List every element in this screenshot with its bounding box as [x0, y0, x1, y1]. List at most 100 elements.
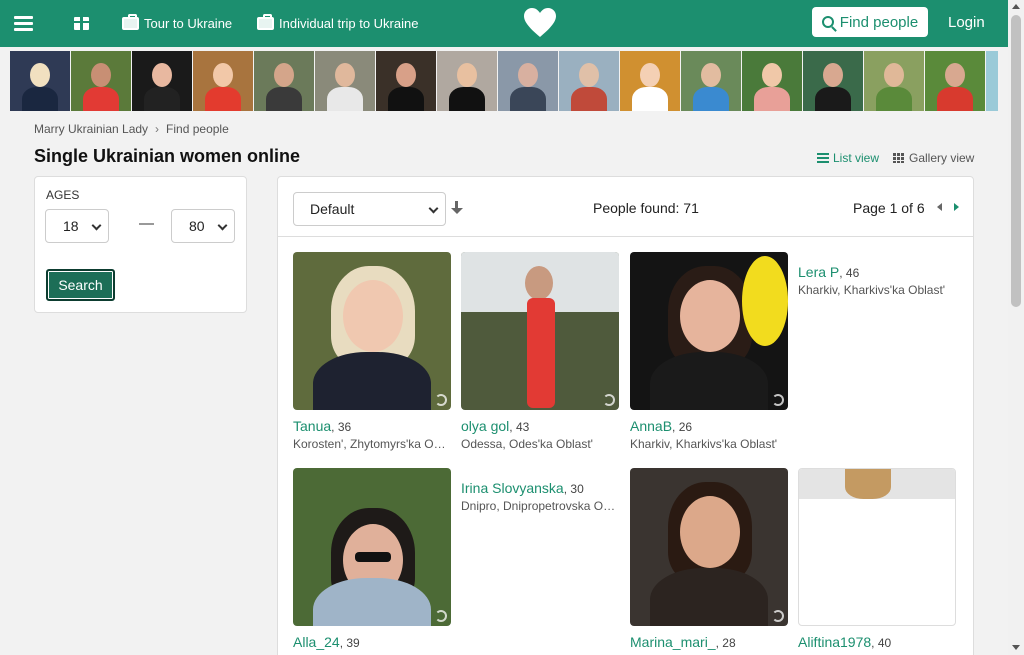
- strip-profile-thumb[interactable]: [681, 51, 741, 111]
- age-max-value: 80: [189, 218, 205, 234]
- tour-to-ukraine-link[interactable]: Tour to Ukraine: [122, 0, 232, 47]
- strip-profile-thumb[interactable]: [864, 51, 924, 111]
- search-icon: [821, 16, 834, 28]
- profile-card[interactable]: Irina Slovyanska, 30 Dnipro, Dnipropetro…: [461, 480, 619, 513]
- page-title: Single Ukrainian women online: [34, 146, 301, 166]
- gifts-button[interactable]: [74, 0, 89, 47]
- grid-icon: [893, 153, 905, 163]
- profile-name-line: Marina_mari_, 28: [630, 634, 736, 650]
- previous-page-icon[interactable]: [937, 203, 942, 211]
- profile-location: Kharkiv, Kharkivs'ka Oblast': [798, 283, 946, 297]
- strip-profile-thumb[interactable]: [498, 51, 558, 111]
- page-info: Page 1 of 6: [853, 200, 925, 216]
- strip-profile-thumb[interactable]: [742, 51, 802, 111]
- age-filter-panel: AGES 18 — 80 Search: [34, 176, 247, 313]
- strip-profile-thumb[interactable]: [132, 51, 192, 111]
- sort-value: Default: [310, 201, 355, 217]
- profile-photo[interactable]: [461, 252, 619, 410]
- next-page-icon[interactable]: [954, 203, 959, 211]
- profile-age: 40: [877, 636, 892, 650]
- profile-age: 43: [515, 420, 530, 434]
- chevron-down-icon: [428, 203, 439, 214]
- profile-card[interactable]: Alla_24, 39: [293, 468, 451, 650]
- profile-card[interactable]: Tanua, 36 Korosten', Zhytomyrs'ka Oblast…: [293, 252, 451, 451]
- strip-profile-thumb[interactable]: [437, 51, 497, 111]
- breadcrumb-home-link[interactable]: Marry Ukrainian Lady: [34, 122, 148, 136]
- chevron-down-icon: [217, 220, 228, 231]
- scroll-down-icon[interactable]: [1012, 645, 1020, 650]
- strip-profile-thumb[interactable]: [986, 51, 998, 111]
- profile-name-line: olya gol, 43: [461, 418, 530, 434]
- profile-photo[interactable]: [293, 252, 451, 410]
- profile-age: 30: [570, 482, 584, 496]
- photo-badge-icon: [435, 610, 447, 622]
- profile-photo[interactable]: [630, 468, 788, 626]
- age-min-select[interactable]: 18: [45, 209, 109, 243]
- profile-age: 28: [722, 636, 736, 650]
- profile-name-line: Irina Slovyanska, 30: [461, 480, 584, 496]
- strip-profile-thumb[interactable]: [925, 51, 985, 111]
- individual-trip-link[interactable]: Individual trip to Ukraine: [257, 0, 418, 47]
- profile-location: Odessa, Odes'ka Oblast': [461, 437, 593, 451]
- suitcase-icon: [122, 14, 139, 30]
- photo-badge-icon: [772, 394, 784, 406]
- sort-direction-icon[interactable]: [451, 201, 463, 215]
- strip-profile-thumb[interactable]: [71, 51, 131, 111]
- profile-age: 46: [845, 266, 860, 280]
- strip-profile-thumb[interactable]: [620, 51, 680, 111]
- profile-card[interactable]: Marina_mari_, 28: [630, 468, 788, 650]
- strip-profile-thumb[interactable]: [376, 51, 436, 111]
- profile-location: Korosten', Zhytomyrs'ka Oblast': [293, 437, 451, 451]
- strip-profile-thumb[interactable]: [193, 51, 253, 111]
- strip-profile-thumb[interactable]: [254, 51, 314, 111]
- profile-name[interactable]: Tanua: [293, 418, 331, 434]
- age-max-select[interactable]: 80: [171, 209, 235, 243]
- people-found-count: People found: 71: [593, 200, 699, 216]
- featured-photo-strip: [10, 51, 998, 111]
- trip-label: Individual trip to Ukraine: [279, 16, 419, 31]
- heart-icon[interactable]: [524, 8, 556, 38]
- strip-profile-thumb[interactable]: [803, 51, 863, 111]
- chevron-down-icon: [91, 220, 102, 231]
- profile-photo[interactable]: [798, 468, 956, 626]
- photo-badge-icon: [772, 610, 784, 622]
- login-link[interactable]: Login: [948, 0, 985, 44]
- age-range-dash: —: [139, 215, 154, 232]
- profile-card[interactable]: AnnaB, 26 Kharkiv, Kharkivs'ka Oblast': [630, 252, 788, 451]
- strip-profile-thumb[interactable]: [315, 51, 375, 111]
- strip-profile-thumb[interactable]: [559, 51, 619, 111]
- search-button[interactable]: Search: [46, 269, 115, 301]
- profile-name-line: Lera P, 46: [798, 264, 860, 280]
- profile-name[interactable]: Irina Slovyanska: [461, 480, 564, 496]
- strip-profile-thumb[interactable]: [10, 51, 70, 111]
- profile-name[interactable]: olya gol: [461, 418, 509, 434]
- breadcrumb-current: Find people: [166, 122, 229, 136]
- profile-photo[interactable]: [630, 252, 788, 410]
- scroll-up-icon[interactable]: [1012, 4, 1020, 9]
- page-scrollbar[interactable]: [1008, 0, 1024, 655]
- scroll-thumb[interactable]: [1011, 15, 1021, 307]
- profile-name[interactable]: Marina_mari_: [630, 634, 716, 650]
- profile-name[interactable]: Lera P: [798, 264, 839, 280]
- menu-button[interactable]: [14, 0, 34, 47]
- profile-card[interactable]: olya gol, 43 Odessa, Odes'ka Oblast': [461, 252, 619, 451]
- gift-icon: [74, 17, 89, 30]
- sort-select[interactable]: Default: [293, 192, 446, 226]
- profile-photo[interactable]: [293, 468, 451, 626]
- profile-age: 26: [678, 420, 693, 434]
- breadcrumb: Marry Ukrainian Lady › Find people: [34, 122, 229, 136]
- profile-name[interactable]: Aliftina1978: [798, 634, 871, 650]
- find-people-button[interactable]: Find people: [812, 7, 928, 37]
- profile-card[interactable]: Aliftina1978, 40: [798, 468, 956, 650]
- profile-name-line: Aliftina1978, 40: [798, 634, 892, 650]
- results-panel: Default People found: 71 Page 1 of 6 Tan…: [277, 176, 974, 655]
- results-toolbar: Default People found: 71 Page 1 of 6: [278, 177, 973, 237]
- profile-card[interactable]: Lera P, 46 Kharkiv, Kharkivs'ka Oblast': [798, 264, 956, 297]
- profile-name-line: AnnaB, 26: [630, 418, 693, 434]
- age-min-value: 18: [63, 218, 79, 234]
- profile-name[interactable]: Alla_24: [293, 634, 340, 650]
- list-view-link[interactable]: List view: [817, 151, 879, 165]
- profile-name-line: Tanua, 36: [293, 418, 352, 434]
- profile-name[interactable]: AnnaB: [630, 418, 672, 434]
- gallery-view-link[interactable]: Gallery view: [893, 151, 974, 165]
